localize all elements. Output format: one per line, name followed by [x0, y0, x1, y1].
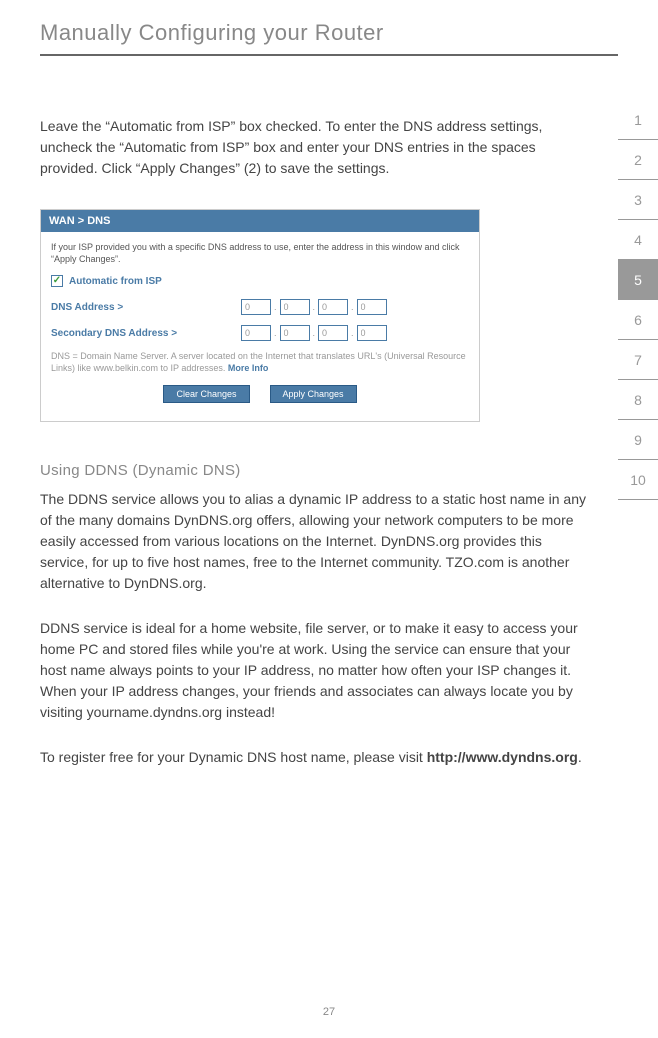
- tab-6[interactable]: 6: [618, 300, 658, 340]
- ddns-para-3-suffix: .: [578, 749, 582, 765]
- ip-dot: .: [313, 302, 316, 312]
- tab-4[interactable]: 4: [618, 220, 658, 260]
- ip-dot: .: [351, 328, 354, 338]
- ddns-para-2: DDNS service is ideal for a home website…: [40, 618, 590, 723]
- intro-paragraph: Leave the “Automatic from ISP” box check…: [40, 116, 560, 179]
- tab-10[interactable]: 10: [618, 460, 658, 500]
- clear-changes-button[interactable]: Clear Changes: [163, 385, 249, 403]
- dns-octet-3[interactable]: [318, 299, 348, 315]
- ip-dot: .: [351, 302, 354, 312]
- secondary-dns-octet-4[interactable]: [357, 325, 387, 341]
- automatic-label: Automatic from ISP: [69, 276, 162, 287]
- side-tabs: 1 2 3 4 5 6 7 8 9 10: [618, 100, 658, 500]
- tab-2[interactable]: 2: [618, 140, 658, 180]
- ip-dot: .: [274, 328, 277, 338]
- apply-changes-button[interactable]: Apply Changes: [270, 385, 357, 403]
- tab-5[interactable]: 5: [618, 260, 658, 300]
- page-title: Manually Configuring your Router: [40, 20, 618, 46]
- automatic-checkbox[interactable]: ✓: [51, 275, 63, 287]
- secondary-dns-octet-2[interactable]: [280, 325, 310, 341]
- more-info-link[interactable]: More Info: [228, 363, 269, 373]
- panel-instruction: If your ISP provided you with a specific…: [51, 242, 469, 265]
- header-divider: [40, 54, 618, 56]
- secondary-dns-octet-3[interactable]: [318, 325, 348, 341]
- panel-header: WAN > DNS: [41, 210, 479, 232]
- tab-3[interactable]: 3: [618, 180, 658, 220]
- dns-octet-4[interactable]: [357, 299, 387, 315]
- secondary-dns-octet-1[interactable]: [241, 325, 271, 341]
- tab-1[interactable]: 1: [618, 100, 658, 140]
- dns-address-label: DNS Address >: [51, 302, 241, 313]
- ip-dot: .: [274, 302, 277, 312]
- panel-button-row: Clear Changes Apply Changes: [51, 385, 469, 411]
- wan-dns-panel: WAN > DNS If your ISP provided you with …: [40, 209, 480, 422]
- tab-8[interactable]: 8: [618, 380, 658, 420]
- panel-body: If your ISP provided you with a specific…: [41, 232, 479, 421]
- ip-dot: .: [313, 328, 316, 338]
- dns-octet-1[interactable]: [241, 299, 271, 315]
- tab-9[interactable]: 9: [618, 420, 658, 460]
- automatic-from-isp-row: ✓ Automatic from ISP: [51, 275, 469, 287]
- ddns-para-3-prefix: To register free for your Dynamic DNS ho…: [40, 749, 427, 765]
- ddns-heading: Using DDNS (Dynamic DNS): [40, 462, 618, 479]
- tab-7[interactable]: 7: [618, 340, 658, 380]
- ddns-para-3: To register free for your Dynamic DNS ho…: [40, 747, 590, 768]
- secondary-dns-row: Secondary DNS Address > . . .: [51, 325, 469, 341]
- dyndns-url: http://www.dyndns.org: [427, 749, 578, 765]
- secondary-dns-label: Secondary DNS Address >: [51, 328, 241, 339]
- panel-footnote: DNS = Domain Name Server. A server locat…: [51, 351, 469, 374]
- ddns-para-1: The DDNS service allows you to alias a d…: [40, 489, 590, 594]
- dns-address-row: DNS Address > . . .: [51, 299, 469, 315]
- dns-octet-2[interactable]: [280, 299, 310, 315]
- page-number: 27: [323, 1006, 335, 1018]
